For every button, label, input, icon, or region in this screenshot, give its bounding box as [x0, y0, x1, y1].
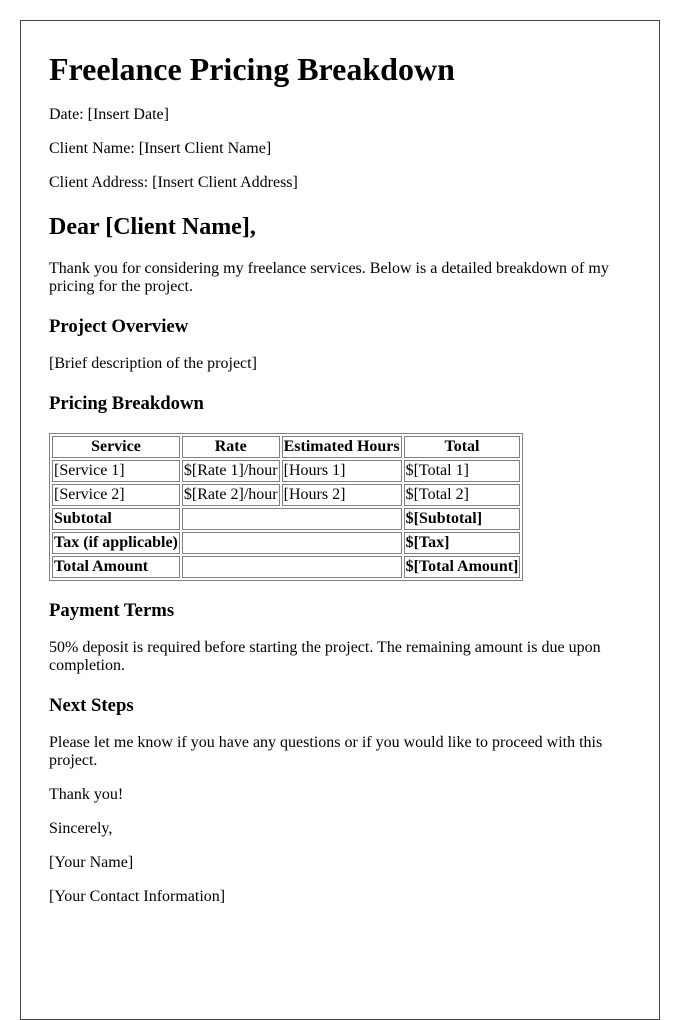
project-overview-heading: Project Overview — [49, 316, 189, 337]
payment-terms-heading: Payment Terms — [49, 600, 175, 621]
total-amount-label: Total Amount — [52, 556, 180, 578]
subtotal-value: $[Subtotal] — [403, 508, 521, 530]
your-name-line: [Your Name] — [49, 854, 134, 871]
cell-service: [Service 1] — [52, 460, 180, 482]
pricing-table: Service Rate Estimated Hours Total [Serv… — [49, 433, 524, 581]
cell-total: $[Total 1] — [403, 460, 521, 482]
column-header-hours: Estimated Hours — [281, 436, 402, 458]
signoff-line: Sincerely, — [49, 820, 113, 837]
subtotal-label: Subtotal — [52, 508, 180, 530]
cell-hours: [Hours 1] — [281, 460, 402, 482]
empty-cell — [181, 556, 402, 578]
client-name-line: Client Name: [Insert Client Name] — [49, 140, 272, 157]
subtotal-row: Subtotal $[Subtotal] — [52, 508, 521, 530]
tax-value: $[Tax] — [403, 532, 521, 554]
column-header-total: Total — [403, 436, 521, 458]
tax-label: Tax (if applicable) — [52, 532, 180, 554]
next-steps-heading: Next Steps — [49, 695, 134, 716]
client-address-line: Client Address: [Insert Client Address] — [49, 174, 298, 191]
cell-rate: $[Rate 2]/hour — [181, 484, 280, 506]
cell-total: $[Total 2] — [403, 484, 521, 506]
cell-rate: $[Rate 1]/hour — [181, 460, 280, 482]
empty-cell — [181, 508, 402, 530]
cell-hours: [Hours 2] — [281, 484, 402, 506]
pricing-heading: Pricing Breakdown — [49, 393, 204, 414]
payment-terms-text: 50% deposit is required before starting … — [49, 639, 601, 674]
thanks-line: Thank you! — [49, 786, 124, 803]
project-overview-text: [Brief description of the project] — [49, 355, 257, 372]
table-row: [Service 1] $[Rate 1]/hour [Hours 1] $[T… — [52, 460, 521, 482]
letter-container: Freelance Pricing Breakdown Date: [Inser… — [20, 20, 660, 1020]
page-title: Freelance Pricing Breakdown — [49, 51, 455, 87]
table-header-row: Service Rate Estimated Hours Total — [52, 436, 521, 458]
contact-info-line: [Your Contact Information] — [49, 888, 226, 905]
date-line: Date: [Insert Date] — [49, 106, 169, 123]
column-header-rate: Rate — [181, 436, 280, 458]
column-header-service: Service — [52, 436, 180, 458]
intro-paragraph: Thank you for considering my freelance s… — [49, 260, 609, 295]
tax-row: Tax (if applicable) $[Tax] — [52, 532, 521, 554]
total-amount-row: Total Amount $[Total Amount] — [52, 556, 521, 578]
cell-service: [Service 2] — [52, 484, 180, 506]
next-steps-text: Please let me know if you have any quest… — [49, 734, 603, 769]
greeting: Dear [Client Name], — [49, 214, 256, 240]
table-row: [Service 2] $[Rate 2]/hour [Hours 2] $[T… — [52, 484, 521, 506]
empty-cell — [181, 532, 402, 554]
total-amount-value: $[Total Amount] — [403, 556, 521, 578]
